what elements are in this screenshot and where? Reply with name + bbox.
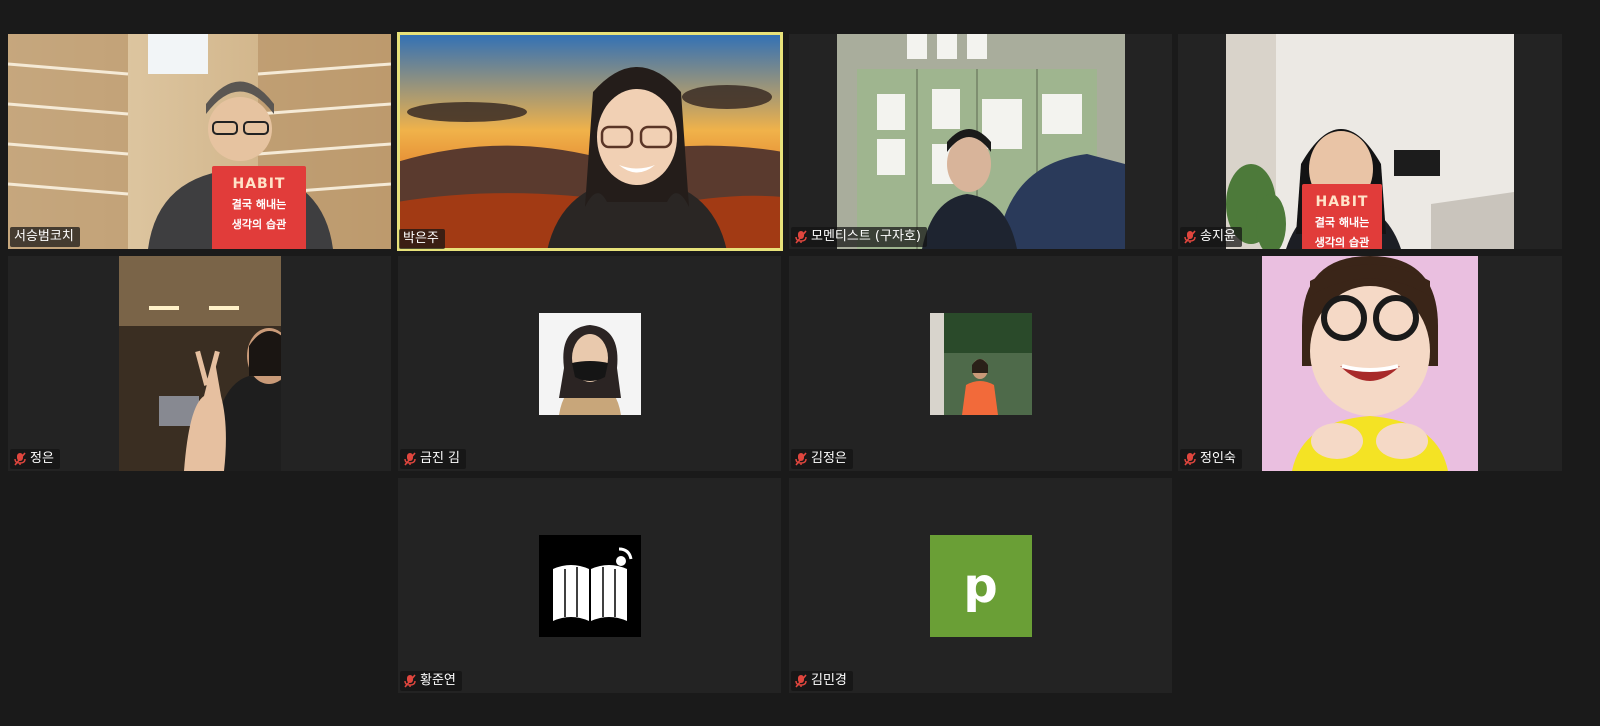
participant-name-tag: 송지윤 (1180, 227, 1242, 247)
participant-video (397, 32, 783, 251)
video-tile-geumjin[interactable]: 금진 김 (398, 256, 781, 471)
participant-video (1262, 256, 1478, 471)
video-tile-jeongeun[interactable]: 정은 (8, 256, 391, 471)
book-cover: HABIT 결국 해내는 생각의 습관 (1302, 184, 1382, 249)
participant-video (8, 34, 391, 249)
participant-name-tag: 김정은 (791, 449, 853, 469)
participant-name: 정은 (30, 451, 54, 466)
video-tile-park[interactable]: 박은주 (397, 32, 783, 251)
participant-name-tag: 박은주 (399, 229, 445, 249)
book-title-line2: 생각의 습관 (1314, 236, 1370, 249)
participant-name: 황준연 (420, 673, 456, 688)
video-tile-kimjeongeun[interactable]: 김정은 (789, 256, 1172, 471)
microphone-muted-icon (795, 452, 807, 466)
participant-name: 정인숙 (1200, 451, 1236, 466)
participant-name: 송지윤 (1200, 229, 1236, 244)
video-tile-jeonginsuk[interactable]: 정인숙 (1178, 256, 1562, 471)
participant-name-tag: 모멘티스트 (구자호) (791, 227, 927, 247)
participant-name: 박은주 (403, 231, 439, 246)
participant-name-tag: 정은 (10, 449, 60, 469)
book-title-line2: 생각의 습관 (231, 218, 287, 231)
video-tile-seo[interactable]: HABIT 결국 해내는 생각의 습관 서승범코치 (8, 34, 391, 249)
participant-avatar (538, 312, 641, 415)
participant-video (837, 34, 1125, 249)
book-title-line1: 결국 해내는 (1314, 216, 1370, 229)
participant-name-tag: 금진 김 (400, 449, 467, 469)
video-tile-kimmingyeong[interactable]: p 김민경 (789, 478, 1172, 693)
participant-name: 모멘티스트 (구자호) (811, 229, 921, 244)
microphone-muted-icon (1184, 452, 1196, 466)
book-title-line1: 결국 해내는 (231, 198, 287, 211)
participant-name-tag: 김민경 (791, 671, 853, 691)
participant-name: 김정은 (811, 451, 847, 466)
participant-name: 서승범코치 (14, 229, 74, 244)
book-brand: HABIT (1315, 194, 1369, 210)
participant-avatar (929, 312, 1032, 415)
participant-video (119, 256, 281, 471)
video-tile-ku[interactable]: 모멘티스트 (구자호) (789, 34, 1172, 249)
book-cover: HABIT 결국 해내는 생각의 습관 (212, 166, 306, 249)
participant-name-tag: 정인숙 (1180, 449, 1242, 469)
participant-name-tag: 서승범코치 (10, 227, 80, 247)
microphone-muted-icon (404, 674, 416, 688)
participant-name-tag: 황준연 (400, 671, 462, 691)
microphone-muted-icon (404, 452, 416, 466)
letter-avatar: p (929, 534, 1032, 637)
microphone-muted-icon (14, 452, 26, 466)
participant-name: 금진 김 (420, 451, 461, 466)
microphone-muted-icon (795, 674, 807, 688)
book-music-icon (538, 534, 641, 637)
microphone-muted-icon (795, 230, 807, 244)
video-tile-hwang[interactable]: 황준연 (398, 478, 781, 693)
video-tile-song[interactable]: HABIT 결국 해내는 생각의 습관 송지윤 (1178, 34, 1562, 249)
book-brand: HABIT (232, 176, 286, 192)
microphone-muted-icon (1184, 230, 1196, 244)
participant-name: 김민경 (811, 673, 847, 688)
